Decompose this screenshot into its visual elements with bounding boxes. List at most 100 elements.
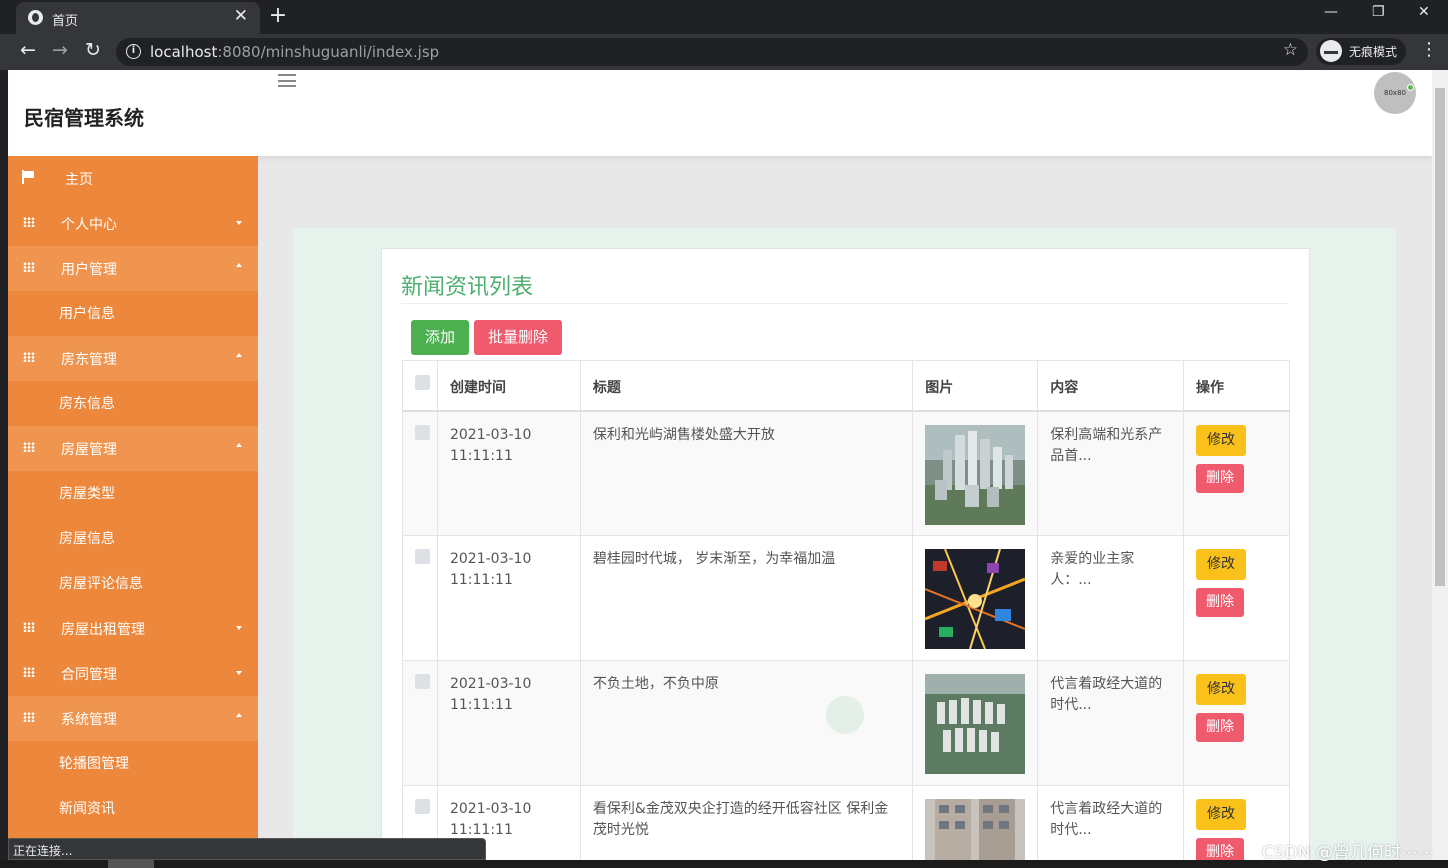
sidebar-item-landlord-management[interactable]: 房东管理 xyxy=(8,336,258,381)
incognito-indicator[interactable]: 无痕模式 xyxy=(1316,38,1406,65)
chevron-up-icon xyxy=(236,353,242,357)
news-table: 创建时间 标题 图片 内容 操作 2021-03-10 11:11:11 保利和光… xyxy=(402,360,1290,868)
bookmark-star-icon[interactable]: ☆ xyxy=(1283,40,1298,60)
sidebar: 主页 个人中心 用户管理 用户信息 房东管理 房东信息 房屋管理 房屋类型 房屋… xyxy=(8,156,258,868)
tab-title: 首页 xyxy=(52,14,79,29)
sidebar-item-home[interactable]: 主页 xyxy=(8,156,258,201)
row-checkbox[interactable] xyxy=(415,549,430,564)
actions-cell: 修改 删除 xyxy=(1183,660,1290,786)
row-checkbox[interactable] xyxy=(415,424,430,440)
add-button[interactable]: 添加 xyxy=(411,320,469,355)
night-traffic-map-image xyxy=(925,549,1026,649)
online-status-dot xyxy=(1407,84,1414,91)
delete-button[interactable]: 删除 xyxy=(1196,463,1245,493)
title-cell: 不负土地，不负中原 xyxy=(579,660,914,786)
sidebar-item-contract-management[interactable]: 合同管理 xyxy=(8,651,258,696)
scrollbar-thumb[interactable] xyxy=(1435,88,1445,586)
browser-toolbar: ← → ↻ i localhost:8080/minshuguanli/inde… xyxy=(0,34,1448,70)
actions-cell: 修改 删除 xyxy=(1183,410,1290,536)
grid-icon xyxy=(23,217,35,227)
created-time-cell: 2021-03-10 11:11:11 xyxy=(436,410,581,536)
delete-button[interactable]: 删除 xyxy=(1196,713,1245,742)
sidebar-item-house-management[interactable]: 房屋管理 xyxy=(8,426,258,471)
browser-menu-icon[interactable]: ⋮ xyxy=(1420,39,1438,60)
chevron-down-icon xyxy=(236,626,242,630)
sidebar-item-label: 主页 xyxy=(65,172,93,188)
sidebar-item-profile[interactable]: 个人中心 xyxy=(8,201,258,246)
url-text[interactable]: localhost:8080/minshuguanli/index.jsp xyxy=(150,43,439,61)
app-header: 民宿管理系统 80x80 xyxy=(8,70,1432,156)
edit-button[interactable]: 修改 xyxy=(1196,424,1247,456)
column-header[interactable]: 标题 xyxy=(579,360,914,412)
sidebar-item-label: 用户信息 xyxy=(59,306,115,322)
taskbar-item[interactable] xyxy=(108,860,154,868)
sidebar-subitem-house-comments[interactable]: 房屋评论信息 xyxy=(8,561,258,606)
address-bar[interactable]: i localhost:8080/minshuguanli/index.jsp … xyxy=(116,38,1308,66)
restore-button[interactable]: ❐ xyxy=(1372,4,1385,20)
edit-button[interactable]: 修改 xyxy=(1196,674,1247,705)
sidebar-item-label: 房屋信息 xyxy=(59,531,115,547)
incognito-label: 无痕模式 xyxy=(1349,45,1398,59)
created-time: 11:11:11 xyxy=(449,447,513,464)
sidebar-item-user-management[interactable]: 用户管理 xyxy=(8,246,258,291)
sidebar-subitem-carousel[interactable]: 轮播图管理 xyxy=(8,741,258,786)
created-time: 11:11:11 xyxy=(449,697,513,713)
batch-delete-button[interactable]: 批量删除 xyxy=(474,320,562,355)
edit-button[interactable]: 修改 xyxy=(1196,549,1247,580)
sidebar-subitem-house-info[interactable]: 房屋信息 xyxy=(8,516,258,561)
chevron-up-icon xyxy=(236,713,242,717)
grid-icon xyxy=(23,622,35,632)
click-ripple xyxy=(826,696,864,734)
sidebar-item-label: 轮播图管理 xyxy=(59,756,129,772)
sidebar-item-label: 个人中心 xyxy=(61,217,117,233)
site-info-icon[interactable]: i xyxy=(126,44,141,59)
sidebar-item-label: 房东管理 xyxy=(61,352,117,368)
back-icon[interactable]: ← xyxy=(20,39,36,61)
sidebar-item-label: 用户管理 xyxy=(61,262,117,278)
sidebar-item-label: 房屋管理 xyxy=(61,442,117,458)
tab-close-icon[interactable]: ✕ xyxy=(234,6,248,26)
title-cell: 看保利&金茂双央企打造的经开低容社区 保利金茂时光悦 xyxy=(579,785,914,868)
forward-icon[interactable]: → xyxy=(52,39,68,61)
sidebar-subitem-landlord-info[interactable]: 房东信息 xyxy=(8,381,258,426)
sidebar-item-label: 房屋出租管理 xyxy=(61,622,145,638)
sidebar-item-label: 系统管理 xyxy=(61,712,117,728)
chevron-up-icon xyxy=(236,443,242,447)
minimize-button[interactable]: — xyxy=(1324,4,1338,20)
actions-cell: 修改 删除 xyxy=(1183,535,1290,661)
row-checkbox[interactable] xyxy=(415,799,430,814)
image-cell xyxy=(912,785,1039,868)
column-header: 内容 xyxy=(1037,360,1185,412)
row-checkbox[interactable] xyxy=(415,674,430,689)
reload-icon[interactable]: ↻ xyxy=(85,39,101,61)
aerial-residential-blocks-image xyxy=(925,674,1026,774)
avatar[interactable]: 80x80 xyxy=(1374,72,1416,114)
grid-icon xyxy=(23,352,35,362)
select-all-checkbox[interactable] xyxy=(415,375,430,390)
sidebar-subitem-house-type[interactable]: 房屋类型 xyxy=(8,471,258,516)
delete-button[interactable]: 删除 xyxy=(1196,588,1245,617)
created-date: 2021-03-10 xyxy=(449,551,532,567)
image-cell xyxy=(912,410,1039,536)
created-time-cell: 2021-03-10 11:11:11 xyxy=(436,535,581,661)
news-list-panel: 新闻资讯列表 添加 批量删除 创建时间 标题 图片 内容 操作 2021-03-… xyxy=(381,248,1310,868)
created-time-cell: 2021-03-10 11:11:11 xyxy=(436,660,581,786)
title-cell: 碧桂园时代城， 岁末渐至，为幸福加温 xyxy=(579,535,914,661)
page-scrollbar[interactable] xyxy=(1432,70,1448,868)
column-header[interactable]: 创建时间 xyxy=(436,360,581,412)
column-header: 图片 xyxy=(912,360,1039,412)
sidebar-item-rental-management[interactable]: 房屋出租管理 xyxy=(8,606,258,651)
title-cell: 保利和光屿湖售楼处盛大开放 xyxy=(579,410,914,536)
browser-tab[interactable]: 首页 ✕ xyxy=(16,2,260,34)
content-cell: 亲爱的业主家人：... xyxy=(1037,535,1185,661)
sidebar-subitem-news[interactable]: 新闻资讯 xyxy=(8,786,258,831)
edit-button[interactable]: 修改 xyxy=(1196,799,1247,830)
created-date: 2021-03-10 xyxy=(449,801,532,817)
new-tab-button[interactable]: + xyxy=(268,3,288,28)
sidebar-item-label: 房屋类型 xyxy=(59,486,115,502)
menu-toggle-icon[interactable] xyxy=(278,74,296,87)
image-cell xyxy=(912,660,1039,786)
sidebar-item-system-management[interactable]: 系统管理 xyxy=(8,696,258,741)
window-close-button[interactable]: ✕ xyxy=(1418,4,1430,20)
sidebar-subitem-user-info[interactable]: 用户信息 xyxy=(8,291,258,336)
